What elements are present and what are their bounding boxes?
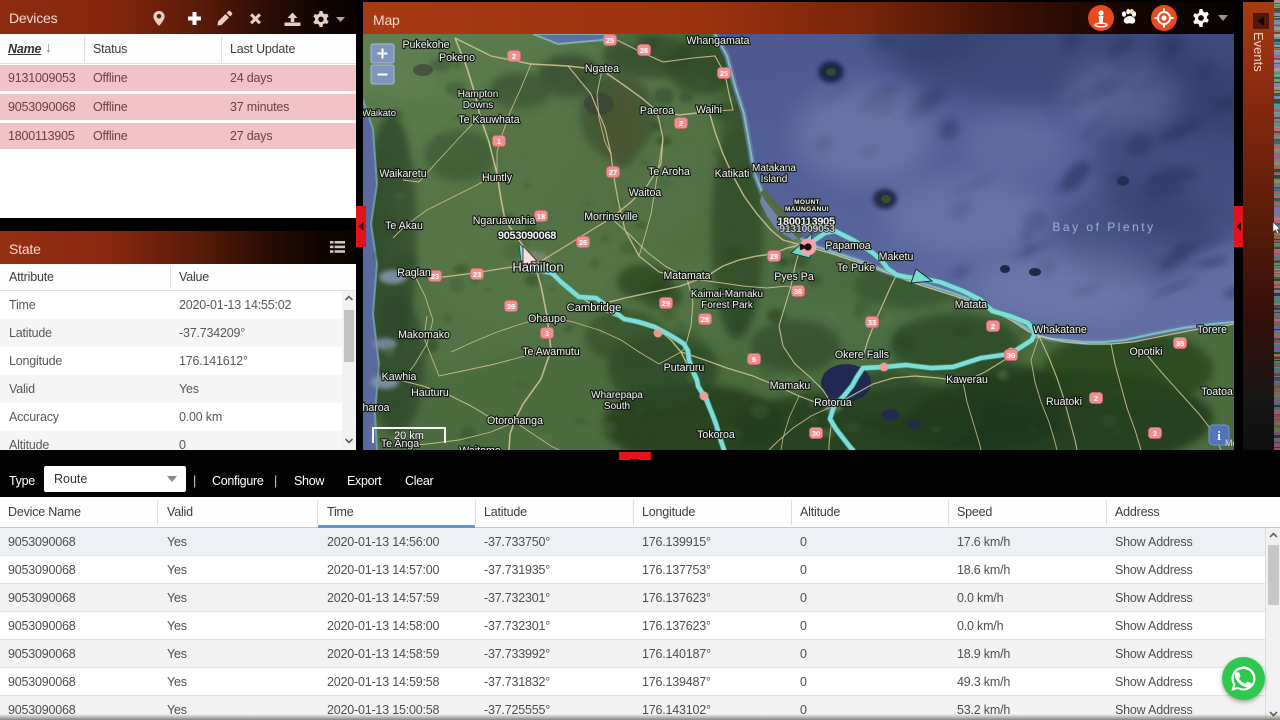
svg-text:5: 5 (752, 355, 756, 364)
svg-text:Tokoroa: Tokoroa (697, 429, 735, 441)
svg-text:Matakana: Matakana (752, 163, 796, 174)
svg-text:Bay of Plenty: Bay of Plenty (1052, 220, 1155, 234)
svg-text:29: 29 (662, 299, 670, 308)
svg-text:Waitoa: Waitoa (629, 187, 662, 199)
svg-text:Te Puke: Te Puke (837, 262, 875, 274)
svg-text:23: 23 (431, 272, 439, 281)
svg-text:Downs: Downs (463, 100, 494, 111)
svg-text:25: 25 (606, 36, 614, 45)
svg-text:Te Akau: Te Akau (385, 220, 423, 232)
svg-text:Te Kauwhata: Te Kauwhata (458, 114, 519, 126)
svg-text:Ruatoki: Ruatoki (1046, 396, 1082, 408)
svg-text:Island: Island (761, 174, 788, 185)
svg-text:South: South (604, 401, 630, 412)
svg-text:3: 3 (545, 329, 549, 338)
svg-text:35: 35 (1176, 339, 1184, 348)
svg-text:23: 23 (473, 270, 481, 279)
svg-text:Toatoa: Toatoa (1201, 386, 1233, 398)
svg-text:MOUNT: MOUNT (794, 199, 820, 206)
svg-text:30: 30 (812, 429, 820, 438)
svg-text:2: 2 (679, 119, 683, 128)
svg-text:Huntly: Huntly (482, 172, 513, 184)
svg-text:Putaruru: Putaruru (664, 362, 705, 374)
svg-text:27: 27 (609, 168, 617, 177)
svg-text:2: 2 (512, 52, 516, 61)
svg-text:Kawhia: Kawhia (382, 371, 417, 383)
svg-text:Matamata: Matamata (663, 270, 710, 282)
svg-text:Waihi: Waihi (696, 104, 722, 116)
svg-text:Hampton: Hampton (458, 89, 499, 100)
svg-text:Rotorua: Rotorua (814, 397, 852, 409)
svg-text:Hauturu: Hauturu (411, 387, 449, 399)
svg-text:36: 36 (794, 287, 802, 296)
svg-text:26: 26 (640, 46, 648, 55)
svg-text:9053090068: 9053090068 (498, 230, 556, 242)
svg-text:28: 28 (701, 315, 709, 324)
svg-text:Pokeno: Pokeno (439, 52, 475, 64)
svg-text:Pukekohe: Pukekohe (402, 39, 449, 51)
svg-text:39: 39 (507, 302, 515, 311)
svg-text:Wharepapa: Wharepapa (591, 390, 643, 401)
svg-text:Waikaretu: Waikaretu (379, 168, 426, 180)
svg-text:MAUNGANUI: MAUNGANUI (785, 206, 829, 213)
svg-text:Te Aroha: Te Aroha (648, 166, 690, 178)
svg-text:Morrinsville: Morrinsville (584, 211, 638, 223)
svg-text:Te Awamutu: Te Awamutu (522, 346, 580, 358)
svg-text:Maketu: Maketu (879, 251, 914, 263)
svg-text:18: 18 (537, 212, 545, 221)
svg-text:9131009053: 9131009053 (779, 223, 835, 235)
svg-text:Otorohanga: Otorohanga (487, 415, 543, 427)
svg-text:Paeroa: Paeroa (640, 105, 674, 117)
svg-text:30: 30 (1007, 351, 1015, 360)
svg-text:26: 26 (579, 238, 587, 247)
svg-text:Papamoa: Papamoa (825, 240, 870, 252)
svg-text:Whangamata: Whangamata (686, 35, 749, 47)
svg-text:Okere Falls: Okere Falls (835, 349, 889, 361)
svg-text:Ohaupo: Ohaupo (528, 313, 566, 325)
svg-text:haroa: haroa (363, 402, 390, 414)
svg-text:Whakatane: Whakatane (1033, 324, 1087, 336)
svg-text:2: 2 (1094, 394, 1098, 403)
svg-text:2: 2 (1153, 429, 1157, 438)
svg-text:Matata: Matata (955, 299, 987, 311)
svg-text:Kaimai-Mamaku: Kaimai-Mamaku (691, 289, 763, 300)
svg-text:Raglan: Raglan (397, 267, 431, 279)
svg-text:Forest Park: Forest Park (701, 300, 754, 311)
svg-text:i: i (1217, 428, 1221, 443)
svg-text:25: 25 (720, 69, 728, 78)
svg-text:Torere: Torere (1197, 324, 1227, 336)
svg-text:29: 29 (770, 252, 778, 261)
svg-text:Makomako: Makomako (398, 329, 450, 341)
svg-text:Ngatea: Ngatea (585, 63, 619, 75)
svg-text:Mamaku: Mamaku (770, 380, 811, 392)
svg-text:Cambridge: Cambridge (567, 302, 622, 314)
svg-text:Kawerau: Kawerau (946, 374, 988, 386)
svg-text:Katikati: Katikati (715, 168, 750, 180)
svg-text:Ngaruawahia: Ngaruawahia (473, 215, 536, 227)
svg-text:Waikato: Waikato (363, 108, 396, 119)
svg-text:Opotiki: Opotiki (1130, 346, 1163, 358)
svg-text:2: 2 (991, 322, 995, 331)
svg-text:33: 33 (868, 318, 876, 327)
svg-text:Pyes Pa: Pyes Pa (774, 271, 814, 283)
svg-text:1: 1 (497, 137, 501, 146)
svg-text:Hamilton: Hamilton (512, 260, 563, 275)
svg-text:Mo: Mo (1225, 438, 1234, 448)
svg-text:20 km: 20 km (394, 430, 424, 442)
